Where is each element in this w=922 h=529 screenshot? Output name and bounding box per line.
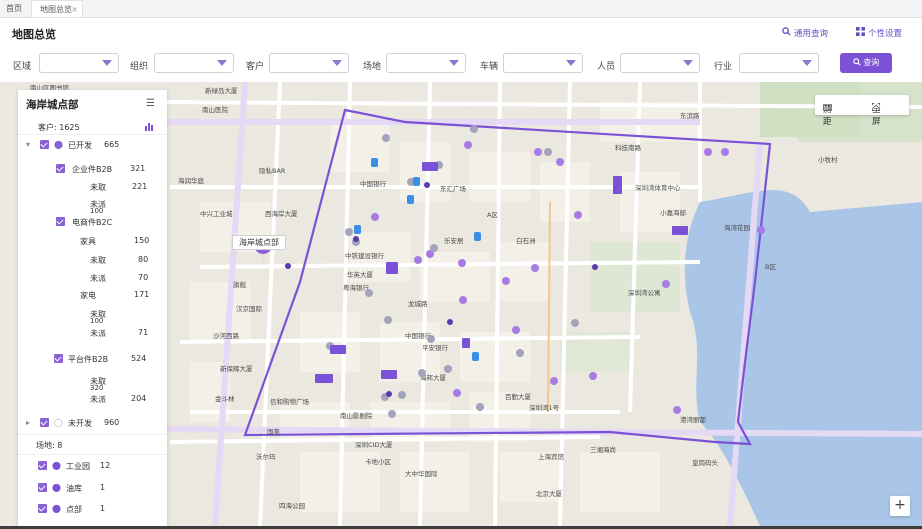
divider xyxy=(18,454,167,455)
site-select[interactable] xyxy=(386,53,466,73)
chevron-down-icon xyxy=(802,60,812,66)
customers-summary: 客户: 1625 xyxy=(18,120,167,134)
pin-icon: ◯ xyxy=(54,418,63,427)
tree-node-b2b[interactable]: 企业件B2B 321 xyxy=(18,162,167,176)
checkbox-checked[interactable] xyxy=(38,461,47,470)
fullscreen-label: 全屏 xyxy=(872,105,881,127)
tab-home[interactable]: 首页 xyxy=(6,0,22,17)
checkbox-checked[interactable] xyxy=(56,164,65,173)
personal-settings-link[interactable]: 个性设置 xyxy=(856,27,902,39)
grid-icon xyxy=(856,27,865,39)
sites-label: 场地: 8 xyxy=(36,441,63,450)
bar-chart-icon[interactable] xyxy=(144,122,154,133)
zoom-in-button[interactable]: + xyxy=(890,496,910,516)
chevron-down-icon xyxy=(566,60,576,66)
filter-label-industry: 行业 xyxy=(714,62,733,72)
personal-settings-label: 个性设置 xyxy=(868,29,903,39)
map-tools: 测距 全屏 xyxy=(815,95,909,127)
tab-bar: 首页 地图总览 × xyxy=(0,0,922,18)
customers-label: 客户: 1625 xyxy=(38,123,80,132)
b2b-label: 企业件B2B xyxy=(72,165,113,174)
checkbox-checked[interactable] xyxy=(54,354,63,363)
b2c-label: 电商件B2C xyxy=(72,218,113,227)
electric-undelivered-row: 未派 71 xyxy=(90,328,149,338)
personnel-select[interactable] xyxy=(620,53,700,73)
checkbox-checked[interactable] xyxy=(56,217,65,226)
measure-label: 测距 xyxy=(823,105,832,127)
appliance-undelivered-row: 未派 70 xyxy=(90,273,149,283)
divider xyxy=(18,134,167,135)
checkbox-checked[interactable] xyxy=(40,140,49,149)
tree-node-b2c[interactable]: 电商件B2C xyxy=(18,215,167,229)
tree-node-platform[interactable]: 平台件B2B 524 xyxy=(18,352,167,366)
panel-title: 海岸城点部 xyxy=(26,99,79,111)
tab-map-overview[interactable]: 地图总览 × xyxy=(31,0,83,17)
tree-node-developed[interactable]: ▾ ⬤ 已开发 665 xyxy=(18,138,167,152)
region-select[interactable] xyxy=(39,53,119,73)
site-industrial-row[interactable]: ⬤ 工业园 12 xyxy=(18,459,167,473)
undeveloped-count: 960 xyxy=(104,418,120,427)
close-icon[interactable]: × xyxy=(71,1,78,18)
platform-label: 平台件B2B xyxy=(68,355,109,364)
query-button-label: 查询 xyxy=(863,58,880,67)
sites-summary: 场地: 8 xyxy=(18,438,167,452)
pin-icon: ⬤ xyxy=(52,461,61,470)
tree-node-undeveloped[interactable]: ▸ ◯ 未开发 960 xyxy=(18,416,167,430)
store-map-label: 海岸城点部 xyxy=(232,235,286,250)
filter-label-org: 组织 xyxy=(130,62,149,72)
platform-count: 524 xyxy=(131,354,147,363)
b2b-count: 321 xyxy=(130,164,146,173)
header: 地图总览 通用查询 个性设置 xyxy=(0,18,922,46)
checkbox-checked[interactable] xyxy=(40,418,49,427)
customer-select[interactable] xyxy=(269,53,349,73)
search-icon xyxy=(782,27,791,39)
undeveloped-label: 未开发 xyxy=(68,419,92,428)
electric-row: 家电 171 xyxy=(80,290,150,300)
site-point-row[interactable]: ⬤ 点部 1 xyxy=(18,502,167,516)
tab-label: 地图总览 xyxy=(40,5,72,14)
search-icon xyxy=(852,58,864,67)
chevron-down-icon xyxy=(217,60,227,66)
appliance-row: 家具 150 xyxy=(80,236,150,246)
appliance-untaken-row: 未取 80 xyxy=(90,255,149,265)
general-query-label: 通用查询 xyxy=(794,29,829,39)
developed-label: 已开发 xyxy=(68,141,92,150)
page-title: 地图总览 xyxy=(12,28,56,41)
filter-label-customer: 客户 xyxy=(246,62,265,72)
store-panel: 海岸城点部 ☰ 客户: 1625 ▾ ⬤ 已开发 665 企业件B2B 321 … xyxy=(18,90,167,526)
chevron-down-icon xyxy=(449,60,459,66)
platform-undelivered-row: 未派 204 xyxy=(90,394,147,404)
vehicle-select[interactable] xyxy=(503,53,583,73)
filter-bar: 区域 组织 客户 场地 车辆 人员 行业 xyxy=(0,49,922,79)
chevron-down-icon xyxy=(683,60,693,66)
checkbox-checked[interactable] xyxy=(38,483,47,492)
checkbox-checked[interactable] xyxy=(38,504,47,513)
b2b-undelivered-row: 未派 100 xyxy=(90,200,106,215)
pin-icon: ⬤ xyxy=(54,140,63,149)
filter-label-vehicle: 车辆 xyxy=(480,62,499,72)
platform-untaken-row: 未取 320 xyxy=(90,377,106,392)
chevron-down-icon xyxy=(102,60,112,66)
b2b-untaken-row: 未取 221 xyxy=(90,182,148,192)
electric-untaken-row: 未取 100 xyxy=(90,310,106,325)
industry-select[interactable] xyxy=(739,53,819,73)
filter-label-personnel: 人员 xyxy=(597,62,616,72)
query-button[interactable]: 查询 xyxy=(840,53,892,73)
developed-count: 665 xyxy=(104,140,120,149)
pin-icon: ⬤ xyxy=(52,504,61,513)
divider xyxy=(18,434,167,435)
chevron-down-icon xyxy=(332,60,342,66)
org-select[interactable] xyxy=(154,53,234,73)
chevron-right-icon[interactable]: ▸ xyxy=(26,418,30,427)
general-query-link[interactable]: 通用查询 xyxy=(782,27,828,39)
site-oil-row[interactable]: ⬤ 油库 1 xyxy=(18,481,167,495)
filter-label-region: 区域 xyxy=(13,62,32,72)
list-icon[interactable]: ☰ xyxy=(146,98,155,109)
pin-icon: ⬤ xyxy=(52,483,61,492)
chevron-down-icon[interactable]: ▾ xyxy=(26,140,30,149)
filter-label-site: 场地 xyxy=(363,62,382,72)
